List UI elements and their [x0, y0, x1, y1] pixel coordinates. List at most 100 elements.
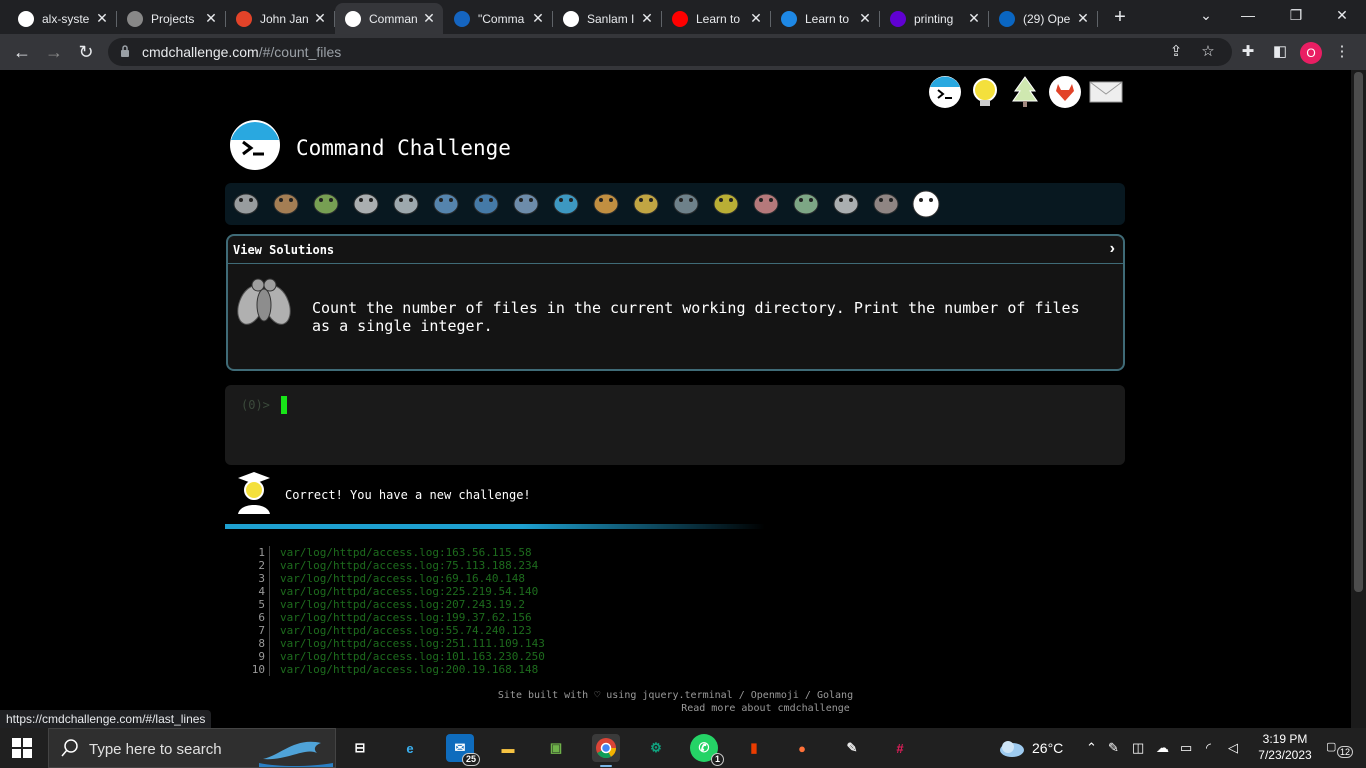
office-icon[interactable]: ▮: [740, 734, 768, 762]
tree-icon[interactable]: [1008, 75, 1042, 109]
close-tab-icon[interactable]: ✕: [966, 10, 982, 27]
browser-tab[interactable]: (29) Ope ✕: [989, 3, 1098, 34]
close-tab-icon[interactable]: ✕: [203, 10, 219, 27]
close-tab-icon[interactable]: ✕: [94, 10, 110, 27]
blowfish-icon[interactable]: [629, 186, 663, 220]
tab-separator: [1097, 11, 1098, 27]
caterpillar-icon[interactable]: [309, 186, 343, 220]
line-number: 6: [246, 611, 270, 624]
browser-tab[interactable]: Sanlam I ✕: [553, 3, 662, 34]
close-tab-icon[interactable]: ✕: [530, 10, 546, 27]
camera-icon[interactable]: ◫: [1132, 740, 1144, 756]
cricket-icon[interactable]: [789, 186, 823, 220]
whatsapp-icon[interactable]: ✆ 1: [690, 734, 724, 766]
microbe-icon[interactable]: [389, 186, 423, 220]
edge-icon[interactable]: e: [396, 734, 424, 762]
notifications-icon[interactable]: ▢ 12: [1326, 740, 1354, 758]
chatgpt-icon[interactable]: ⚙: [642, 734, 670, 762]
maximize-button[interactable]: ❐: [1276, 4, 1316, 26]
browser-tab[interactable]: "Comma ✕: [444, 3, 553, 34]
task-view-icon[interactable]: ⊟: [346, 734, 374, 762]
reload-icon[interactable]: ↻: [74, 40, 98, 64]
mail-app-icon[interactable]: ✉ 25: [446, 734, 480, 766]
tropical-fish-icon[interactable]: [589, 186, 623, 220]
file-explorer-icon[interactable]: ▬: [494, 734, 522, 762]
chevron-right-icon[interactable]: ›: [1110, 240, 1115, 258]
scorpion-icon[interactable]: [869, 186, 903, 220]
gitlab-icon[interactable]: [1048, 75, 1082, 109]
minimize-button[interactable]: —: [1228, 4, 1268, 26]
taskbar-search[interactable]: Type here to search: [48, 728, 336, 768]
paint-icon[interactable]: ✎: [838, 734, 866, 762]
whale-icon[interactable]: [429, 186, 463, 220]
close-tab-icon[interactable]: ✕: [421, 10, 437, 27]
terminal-icon[interactable]: [928, 75, 962, 109]
bookmark-star-icon[interactable]: ☆: [1196, 40, 1220, 64]
butterfly-icon[interactable]: [269, 186, 303, 220]
close-tab-icon[interactable]: ✕: [748, 10, 764, 27]
browser-tab[interactable]: John Jan ✕: [226, 3, 335, 34]
browser-tab[interactable]: Learn to ✕: [662, 3, 771, 34]
yahoo-icon: [890, 10, 906, 27]
ladybug-icon[interactable]: [749, 186, 783, 220]
close-tab-icon[interactable]: ✕: [639, 10, 655, 27]
close-tab-icon[interactable]: ✕: [1075, 10, 1091, 27]
search-icon: [61, 739, 78, 757]
mail-icon[interactable]: [1088, 75, 1124, 109]
ant-icon[interactable]: [349, 186, 383, 220]
tab-search-icon[interactable]: ⌄: [1186, 4, 1226, 26]
battery-icon[interactable]: ▭: [1180, 740, 1192, 756]
remote-desktop-icon[interactable]: ▣: [542, 734, 570, 762]
bee-icon[interactable]: [709, 186, 743, 220]
chevron-up-icon[interactable]: ⌃: [1086, 740, 1097, 756]
browser-tab[interactable]: printing ✕: [880, 3, 989, 34]
browser-tab[interactable]: Learn to ✕: [771, 3, 880, 34]
scrollbar[interactable]: [1351, 70, 1366, 728]
output-line: 6 var/log/httpd/access.log:199.37.62.156: [246, 611, 545, 624]
volume-icon[interactable]: ◁: [1228, 740, 1238, 756]
output-text: var/log/httpd/access.log:75.113.188.234: [280, 559, 539, 572]
terminal[interactable]: (0)>: [225, 385, 1125, 465]
extensions-icon[interactable]: ✚: [1236, 40, 1260, 64]
share-icon[interactable]: ⇪: [1164, 40, 1188, 64]
footer-credits[interactable]: Site built with ♡ using jquery.terminal …: [0, 689, 1351, 702]
lightbulb-icon[interactable]: [968, 75, 1002, 109]
firefox-icon[interactable]: ●: [788, 734, 816, 762]
browser-tab[interactable]: Projects ✕: [117, 3, 226, 34]
weather-cloud-icon[interactable]: [998, 738, 1026, 758]
view-solutions-header[interactable]: View Solutions ›: [228, 236, 1123, 264]
fish-icon[interactable]: [549, 186, 583, 220]
address-bar[interactable]: cmdchallenge.com/#/count_files ⇪ ☆: [108, 38, 1232, 66]
close-window-button[interactable]: ✕: [1322, 4, 1362, 26]
github-icon: [18, 10, 34, 27]
side-panel-icon[interactable]: ◧: [1268, 40, 1292, 64]
mail-badge: 25: [461, 753, 480, 766]
pen-icon[interactable]: ✎: [1108, 740, 1119, 756]
profile-avatar[interactable]: O: [1300, 42, 1322, 64]
dolphin-icon[interactable]: [469, 186, 503, 220]
lock-icon: [121, 45, 129, 57]
back-icon[interactable]: ←: [10, 40, 34, 64]
fly-icon[interactable]: [909, 186, 943, 220]
onedrive-icon[interactable]: ☁: [1156, 740, 1169, 756]
wifi-icon[interactable]: ◜: [1206, 740, 1211, 756]
spider-icon[interactable]: [829, 186, 863, 220]
shark-icon[interactable]: [509, 186, 543, 220]
close-tab-icon[interactable]: ✕: [312, 10, 328, 27]
wolf-icon[interactable]: [669, 186, 703, 220]
clock[interactable]: 3:19 PM 7/23/2023: [1254, 731, 1316, 763]
browser-tab[interactable]: Comman ✕: [335, 3, 443, 34]
menu-kebab-icon[interactable]: ⋮: [1330, 40, 1354, 64]
windows-start-icon[interactable]: [12, 738, 32, 758]
browser-tab[interactable]: alx-syste ✕: [8, 3, 117, 34]
forward-icon[interactable]: →: [42, 40, 66, 64]
close-tab-icon[interactable]: ✕: [857, 10, 873, 27]
chrome-icon[interactable]: [592, 734, 620, 767]
slack-icon[interactable]: #: [886, 734, 914, 762]
tab-title: (29) Ope: [1023, 11, 1071, 26]
snail-icon[interactable]: [229, 186, 263, 220]
scrollbar-thumb[interactable]: [1354, 72, 1363, 592]
new-tab-button[interactable]: +: [1108, 5, 1132, 29]
weather-temp[interactable]: 26°C: [1032, 740, 1063, 756]
output-line: 7 var/log/httpd/access.log:55.74.240.123: [246, 624, 545, 637]
